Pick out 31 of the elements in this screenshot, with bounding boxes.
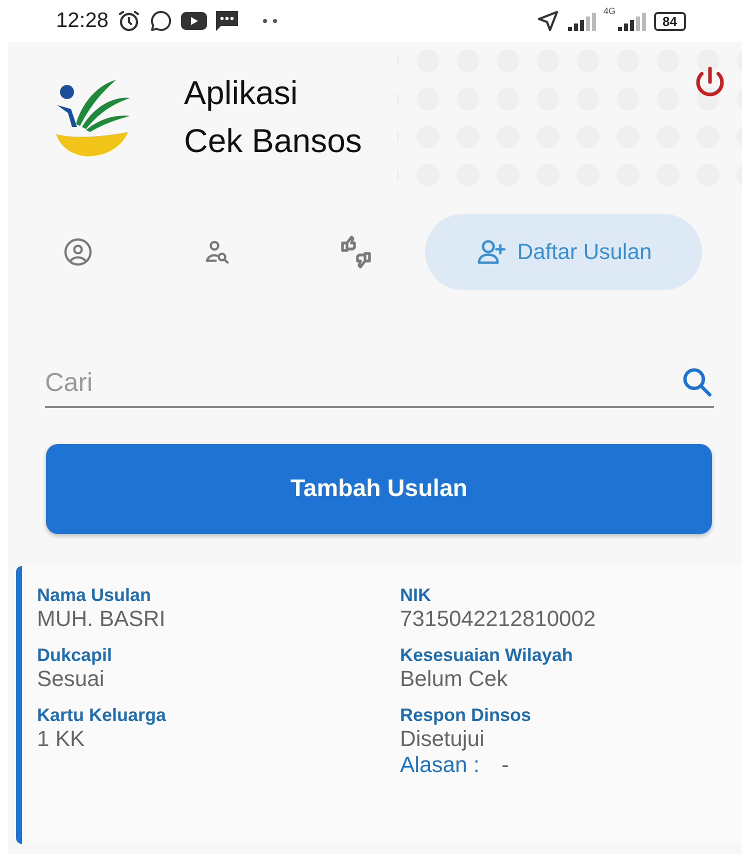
nav-tab[interactable]: Daftar Usulan — [425, 214, 702, 290]
add-proposal-button[interactable]: Tambah Usulan — [46, 444, 712, 534]
field-value: MUH. BASRI — [37, 606, 166, 632]
message-icon — [214, 10, 239, 32]
field-label: Dukcapil — [37, 644, 114, 666]
field-value: 7315042212810002 — [400, 606, 597, 632]
field-value: Belum Cek — [400, 666, 509, 692]
field-label: Kartu Keluarga — [37, 704, 168, 726]
reason-label: Alasan : — [400, 752, 480, 778]
field-label: Respon Dinsos — [400, 704, 532, 726]
alarm-icon — [116, 9, 141, 33]
app-title: Cek Bansos — [184, 121, 362, 161]
chat-icon — [148, 9, 173, 33]
field-label: Kesesuaian Wilayah — [400, 644, 574, 666]
field-value: 1 KK — [37, 726, 86, 752]
field-value: Sesuai — [37, 666, 106, 692]
signal-icon — [618, 11, 646, 31]
app-title: Aplikasi — [184, 73, 299, 113]
battery-level: 84 — [654, 12, 686, 30]
profile-icon — [62, 237, 92, 267]
signal-icon — [568, 11, 596, 31]
field-label: NIK — [400, 584, 432, 606]
more-icon — [260, 18, 279, 24]
status-time: 12:28 — [56, 9, 109, 33]
reason-value: - — [502, 752, 509, 778]
location-arrow-icon — [536, 9, 560, 33]
field-label: Nama Usulan — [37, 584, 152, 606]
play-icon — [180, 11, 207, 31]
search-field[interactable]: Cari — [45, 366, 680, 398]
network-type: 4G — [604, 6, 616, 16]
field-value: Disetujui — [400, 726, 486, 752]
